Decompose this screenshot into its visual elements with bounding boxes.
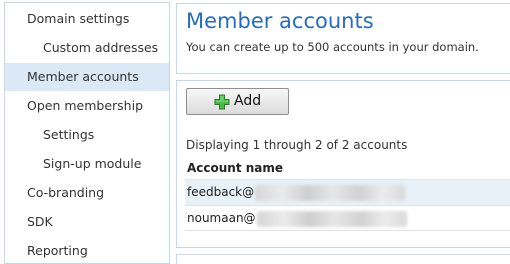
redacted-blur <box>256 210 407 227</box>
table-row[interactable]: feedback@ <box>185 179 510 205</box>
page-subtitle: You can create up to 500 accounts in you… <box>186 40 479 54</box>
sidebar-item-sdk[interactable]: SDK <box>5 208 169 236</box>
plus-icon <box>214 94 230 110</box>
lower-panel <box>176 254 510 264</box>
sidebar-item-sign-up-module[interactable]: Sign-up module <box>5 150 169 178</box>
sidebar-item-custom-addresses[interactable]: Custom addresses <box>5 34 169 62</box>
page-title: Member accounts <box>186 9 374 33</box>
sidebar-item-reporting[interactable]: Reporting <box>5 237 169 264</box>
sidebar-item-settings[interactable]: Settings <box>5 121 169 149</box>
add-button-label: Add <box>234 93 262 109</box>
pagination-status: Displaying 1 through 2 of 2 accounts <box>186 138 408 152</box>
sidebar-item-domain-settings[interactable]: Domain settings <box>5 5 169 33</box>
account-name: noumaan@ <box>187 211 256 225</box>
page-header: Member accounts You can create up to 500… <box>176 3 510 74</box>
sidebar-item-co-branding[interactable]: Co-branding <box>5 179 169 207</box>
sidebar-nav: Domain settings Custom addresses Member … <box>4 2 170 264</box>
redacted-blur <box>255 184 406 201</box>
account-name: feedback@ <box>187 185 255 199</box>
table-row[interactable]: noumaan@ <box>185 205 510 231</box>
column-header-account-name: Account name <box>187 161 284 175</box>
accounts-panel: Add Displaying 1 through 2 of 2 accounts… <box>176 80 510 248</box>
sidebar-item-open-membership[interactable]: Open membership <box>5 92 169 120</box>
sidebar-item-member-accounts[interactable]: Member accounts <box>5 63 169 91</box>
add-button[interactable]: Add <box>186 88 289 115</box>
accounts-table: Account name feedback@ noumaan@ <box>185 157 510 231</box>
